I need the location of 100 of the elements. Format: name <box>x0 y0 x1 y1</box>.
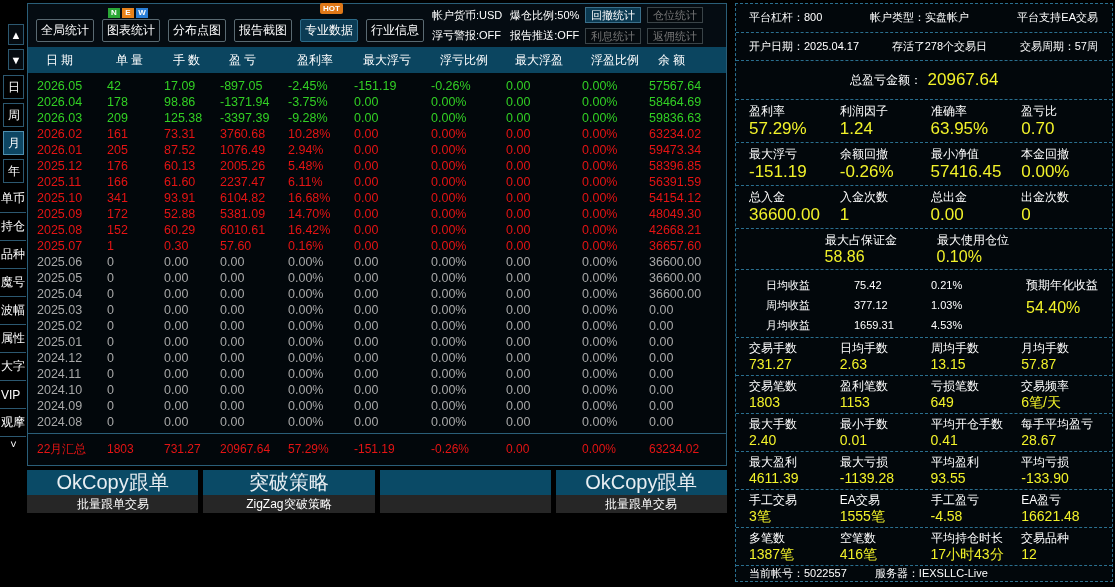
stat-value: 6笔/天 <box>1021 394 1062 411</box>
table-cell-text: 0.00% <box>431 174 468 190</box>
table-cell-text: 2024.09 <box>37 398 84 414</box>
table-cell-text: 0.00 <box>506 222 532 238</box>
table-cell-text: -0.26% <box>431 78 472 94</box>
stat-value: -1139.28 <box>839 470 895 487</box>
column-header: 浮亏比例 <box>439 51 489 69</box>
table-cell-text: 0.00% <box>431 94 468 110</box>
stat-value: 1.24 <box>839 119 874 139</box>
table-cell-text: 2026.03 <box>37 110 84 126</box>
stat-label: 交易品种 <box>1021 531 1071 546</box>
summary-cell-text: -0.26% <box>431 441 471 458</box>
table-cell-text: 2025.06 <box>37 254 84 270</box>
stat-label: 手工交易 <box>749 493 798 508</box>
promo-title: 突破策略 <box>248 470 329 495</box>
table-cell-text: 0.00 <box>354 318 380 334</box>
stat-value: -4.58 <box>930 508 964 525</box>
table-cell-text: 0.00% <box>431 414 468 430</box>
table-cell-text: 2025.04 <box>37 286 84 302</box>
summary-cell-text: 1803 <box>107 441 135 458</box>
table-cell-text: 2024.12 <box>37 350 84 366</box>
promo-subtitle: 批量跟单交易 <box>605 495 678 513</box>
table-cell-text: 0.00 <box>220 302 246 318</box>
table-cell-text: 0.30 <box>164 238 190 254</box>
toolbar-button[interactable]: 专业数据 <box>300 19 358 42</box>
stat-value: -133.90 <box>1021 470 1070 487</box>
table-cell-text: 0 <box>107 302 115 318</box>
toolbar-button[interactable]: 报告截图 <box>234 19 292 42</box>
table-cell-text: 0.00% <box>582 222 619 238</box>
table-cell-text: 98.86 <box>164 94 197 110</box>
table-cell-text: 0.00% <box>431 302 468 318</box>
table-cell-text: 0.00% <box>431 286 468 302</box>
side-tab[interactable]: 周 <box>3 103 24 127</box>
table-cell-text: 60.13 <box>164 158 197 174</box>
promo-subtitle: ZigZag突破策略 <box>246 495 332 513</box>
table-cell-text: 0.00% <box>582 126 619 142</box>
table-cell-text: 0.00% <box>582 174 619 190</box>
table-cell-text: 0.00% <box>582 238 619 254</box>
stat-label: 出金次数 <box>1021 190 1071 205</box>
table-cell-text: -3397.39 <box>220 110 271 126</box>
table-cell-text: 59836.63 <box>649 110 703 126</box>
info-text: 报告推送:OFF <box>510 28 580 43</box>
table-cell-text: 0.00% <box>431 382 468 398</box>
stat-label: 盈利笔数 <box>839 379 889 394</box>
stat-value: 0.00% <box>1021 162 1071 182</box>
stat-value: 2.63 <box>839 356 868 373</box>
stat-label: 入金次数 <box>839 190 889 205</box>
scroll-button[interactable]: ▲ <box>8 24 24 45</box>
table-cell-text: 0.00 <box>506 158 532 174</box>
stats-button[interactable]: 回撤统计 <box>585 7 642 23</box>
stat-label: 最大盈利 <box>749 455 798 470</box>
table-cell-text: 0.00 <box>164 398 190 414</box>
promo-card[interactable] <box>379 470 551 513</box>
table-cell-text: 2026.02 <box>37 126 84 142</box>
table-cell-text: 0.00 <box>220 350 246 366</box>
new-badge: E <box>122 8 134 18</box>
side-tab[interactable]: 月 <box>3 131 24 155</box>
scroll-button[interactable]: ▼ <box>8 49 24 70</box>
table-cell-text: 0.00% <box>431 318 468 334</box>
average-cell-text: 4.53% <box>931 318 964 333</box>
toolbar-button[interactable]: 行业信息 <box>366 19 424 42</box>
table-cell-text: 42668.21 <box>649 222 703 238</box>
stat-label: 预期年化收益 <box>1026 278 1098 293</box>
average-cell-text: 周均收益 <box>766 298 811 313</box>
table-cell-text: 0.00 <box>220 254 246 270</box>
stat-value: 58.86 <box>824 248 866 266</box>
side-tab[interactable]: 日 <box>3 75 24 99</box>
stat-label: 最小净值 <box>930 147 980 162</box>
account-info: 平台支持EA交易 <box>1017 10 1098 26</box>
table-cell-text: 0.00 <box>506 270 532 286</box>
table-cell-text: 60.29 <box>164 222 197 238</box>
table-cell-text: 0.00 <box>649 350 675 366</box>
table-cell-text: 0.00% <box>431 350 468 366</box>
new-badge: W <box>136 8 148 18</box>
stat-label: 平均持仓时长 <box>930 531 1004 546</box>
table-cell-text: 0.00 <box>354 366 380 382</box>
table-cell-text: 0.00 <box>506 190 532 206</box>
table-cell-text: 178 <box>107 94 129 110</box>
summary-cell-text: -151.19 <box>354 441 396 458</box>
stat-value: 0 <box>1021 205 1032 225</box>
table-cell-text: 0.00% <box>288 254 325 270</box>
toolbar-button[interactable]: 分布点图 <box>168 19 226 42</box>
toolbar-button[interactable]: 图表统计 <box>102 19 160 42</box>
toolbar-button[interactable]: 全局统计 <box>36 19 94 42</box>
table-cell-text: 3760.68 <box>220 126 267 142</box>
table-cell-text: 0.00% <box>288 350 325 366</box>
side-tab[interactable]: 年 <box>3 159 24 183</box>
table-cell-text: 0.00% <box>582 110 619 126</box>
stat-value: 36600.00 <box>749 205 821 225</box>
column-header: 最大浮亏 <box>362 51 412 69</box>
table-cell-text: 0.00 <box>354 142 380 158</box>
table-cell-text: 6.11% <box>288 174 324 190</box>
table-cell-text: 54154.12 <box>649 190 703 206</box>
table-cell-text: 0.00 <box>506 238 532 254</box>
table-cell-text: 2005.26 <box>220 158 267 174</box>
new-badge: N <box>108 8 120 18</box>
table-cell-text: 0.00% <box>288 414 325 430</box>
stat-label: 总出金 <box>930 190 968 205</box>
table-cell-text: 59473.34 <box>649 142 703 158</box>
stat-label: 平均亏损 <box>1021 455 1071 470</box>
